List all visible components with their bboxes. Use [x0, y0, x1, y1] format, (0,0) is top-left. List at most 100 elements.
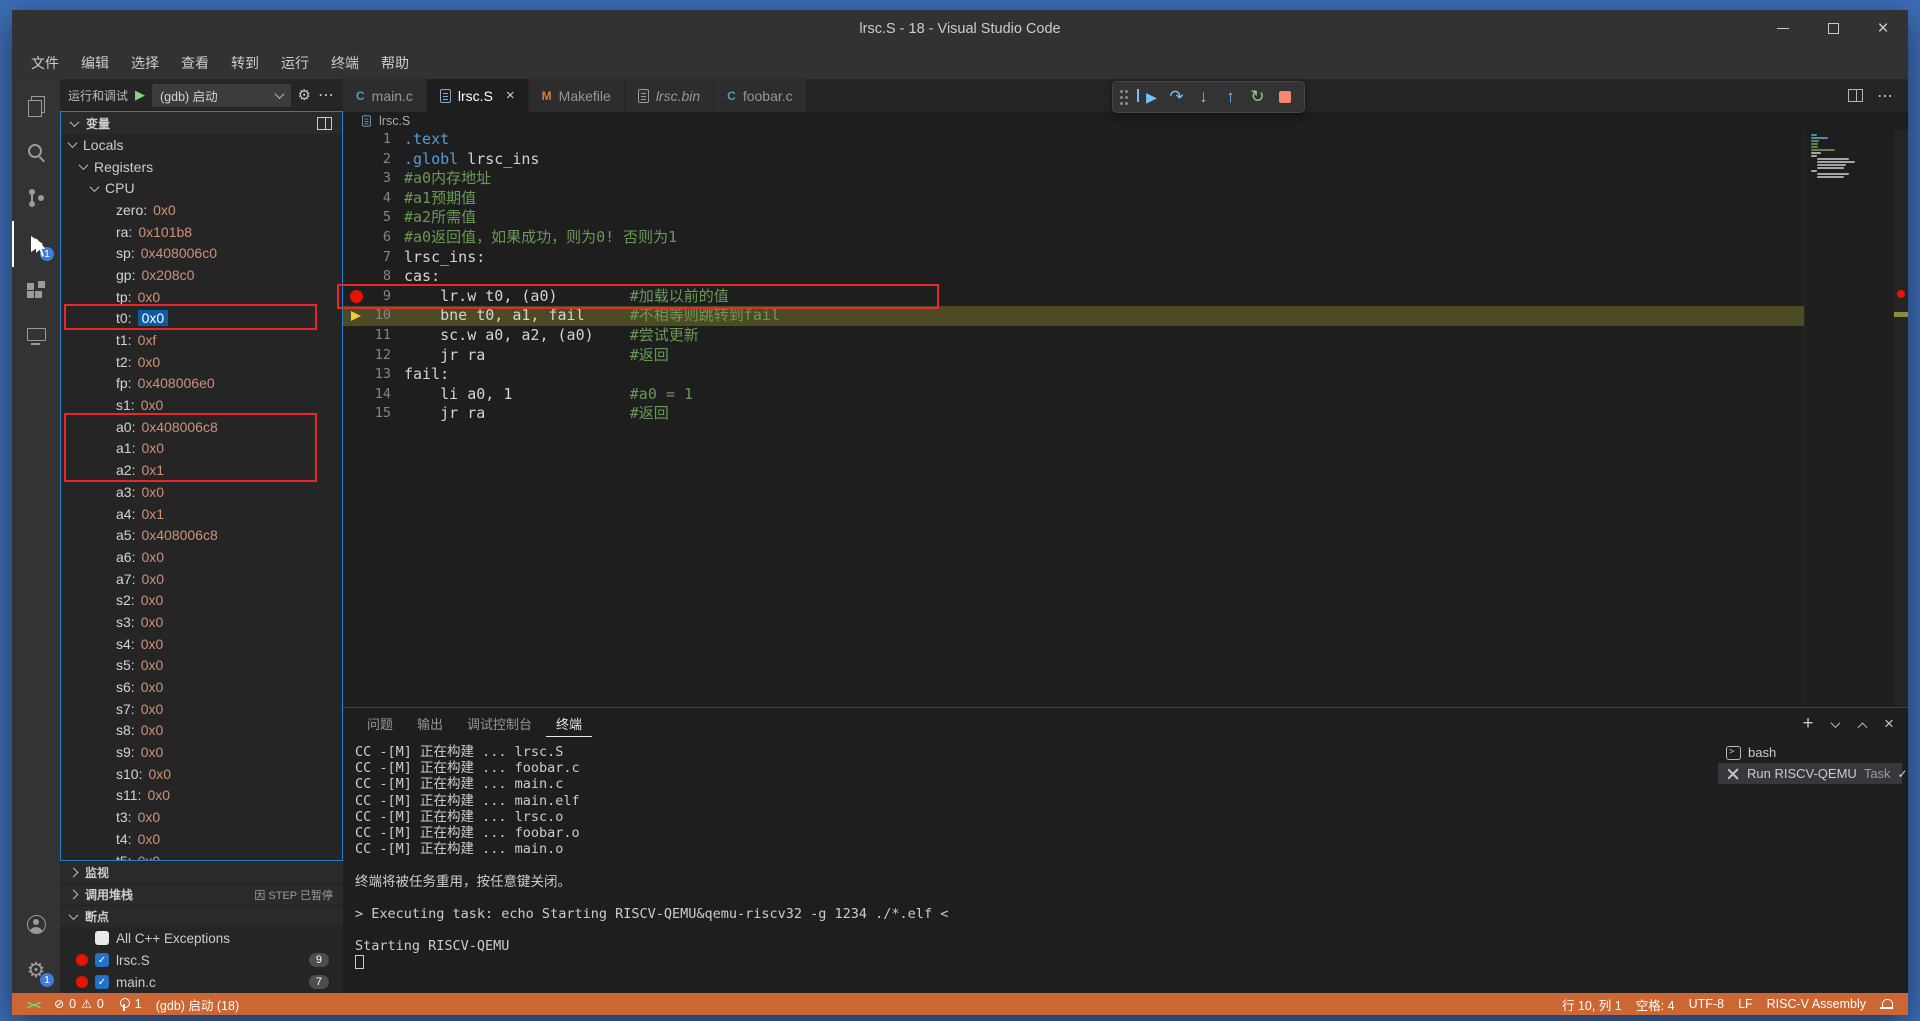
- cursor-position[interactable]: 行 10, 列 1: [1555, 993, 1629, 1015]
- checkbox[interactable]: ✓: [95, 953, 109, 967]
- panel-tab-问题[interactable]: 问题: [357, 709, 403, 737]
- panel-tab-终端[interactable]: 终端: [546, 709, 592, 737]
- register-s8[interactable]: s8:0x0: [61, 720, 342, 742]
- register-s4[interactable]: s4:0x0: [61, 633, 342, 655]
- minimap[interactable]: [1804, 130, 1894, 707]
- menu-item-2[interactable]: 选择: [120, 49, 170, 77]
- register-s6[interactable]: s6:0x0: [61, 676, 342, 698]
- register-t5[interactable]: t5:0x0: [61, 850, 342, 860]
- code-line-5[interactable]: 5#a2所需值: [343, 208, 1804, 228]
- menu-item-3[interactable]: 查看: [170, 49, 220, 77]
- code-line-11[interactable]: 11 sc.w a0, a2, (a0) #尝试更新: [343, 326, 1804, 346]
- terminal-list-item-Run RISCV-QEMU[interactable]: Run RISCV-QEMUTask✓: [1718, 763, 1902, 784]
- breadcrumb[interactable]: lrsc.S: [343, 112, 1908, 130]
- panel-tab-输出[interactable]: 输出: [407, 709, 453, 737]
- terminal-dropdown-icon[interactable]: [1828, 721, 1842, 728]
- register-a7[interactable]: a7:0x0: [61, 568, 342, 590]
- register-s10[interactable]: s10:0x0: [61, 763, 342, 785]
- tree-group-CPU[interactable]: CPU: [61, 177, 342, 199]
- variables-section-header[interactable]: 变量: [61, 112, 342, 134]
- breakpoint-main.c[interactable]: ✓main.c7: [60, 971, 343, 993]
- tab-main.c[interactable]: Cmain.c: [343, 79, 427, 112]
- tab-Makefile[interactable]: MMakefile: [529, 79, 625, 112]
- checkbox[interactable]: [95, 931, 109, 945]
- register-s5[interactable]: s5:0x0: [61, 655, 342, 677]
- editor-more-actions-icon[interactable]: ⋯: [1877, 86, 1894, 106]
- activitybar-source-control[interactable]: [12, 175, 60, 221]
- debug-session-indicator[interactable]: (gdb) 启动 (18): [149, 993, 246, 1015]
- stop-button[interactable]: [1272, 85, 1297, 110]
- menu-item-4[interactable]: 转到: [220, 49, 270, 77]
- register-a0[interactable]: a0:0x408006c8: [61, 416, 342, 438]
- register-a1[interactable]: a1:0x0: [61, 438, 342, 460]
- breadcrumb-item[interactable]: lrsc.S: [379, 114, 410, 128]
- gutter-breakpoint[interactable]: [343, 287, 369, 307]
- register-s11[interactable]: s11:0x0: [61, 785, 342, 807]
- tab-foobar.c[interactable]: Cfoobar.c: [714, 79, 807, 112]
- menu-item-7[interactable]: 帮助: [370, 49, 420, 77]
- code-line-12[interactable]: 12 jr ra #返回: [343, 346, 1804, 366]
- register-s1[interactable]: s1:0x0: [61, 394, 342, 416]
- code-editor[interactable]: 1.text2.globl lrsc_ins3#a0内存地址4#a1预期值5#a…: [343, 130, 1908, 707]
- toolbar-grip-icon[interactable]: [1120, 89, 1129, 105]
- notifications[interactable]: [1873, 993, 1900, 1015]
- breakpoint-All C++ Exceptions[interactable]: All C++ Exceptions: [60, 927, 343, 949]
- code-line-13[interactable]: 13fail:: [343, 365, 1804, 385]
- menu-item-1[interactable]: 编辑: [70, 49, 120, 77]
- register-zero[interactable]: zero:0x0: [61, 199, 342, 221]
- code-line-10[interactable]: 10 bne t0, a1, fail #不相等则跳转到fail: [343, 306, 1804, 326]
- activitybar-search[interactable]: [12, 129, 60, 175]
- activitybar-remote[interactable]: [12, 313, 60, 359]
- register-tp[interactable]: tp:0x0: [61, 286, 342, 308]
- open-view-icon[interactable]: [317, 117, 332, 130]
- close-panel-icon[interactable]: ×: [1882, 714, 1896, 734]
- step-over-button[interactable]: ↷: [1164, 85, 1189, 110]
- terminal-content[interactable]: CC -[M] 正在构建 ... lrsc.SCC -[M] 正在构建 ... …: [343, 738, 1718, 993]
- register-a2[interactable]: a2:0x1: [61, 459, 342, 481]
- register-a5[interactable]: a5:0x408006c8: [61, 524, 342, 546]
- code-line-3[interactable]: 3#a0内存地址: [343, 169, 1804, 189]
- encoding[interactable]: UTF-8: [1682, 993, 1731, 1015]
- register-s7[interactable]: s7:0x0: [61, 698, 342, 720]
- menu-item-5[interactable]: 运行: [270, 49, 320, 77]
- gutter-current[interactable]: [343, 306, 369, 326]
- ports-indicator[interactable]: 1: [111, 993, 149, 1015]
- continue-button[interactable]: ▶: [1137, 85, 1162, 110]
- code-line-6[interactable]: 6#a0返回值，如果成功，则为0! 否则为1: [343, 228, 1804, 248]
- register-t0[interactable]: t0:0x0: [61, 308, 342, 330]
- new-terminal-icon[interactable]: +: [1801, 713, 1815, 735]
- close-button[interactable]: ×: [1858, 10, 1908, 47]
- code-line-9[interactable]: 9 lr.w t0, (a0) #加载以前的值: [343, 287, 1804, 307]
- register-sp[interactable]: sp:0x408006c0: [61, 242, 342, 264]
- activitybar-extensions[interactable]: [12, 267, 60, 313]
- title-bar[interactable]: lrsc.S - 18 - Visual Studio Code ×: [12, 10, 1908, 47]
- callstack-section-header[interactable]: 调用堆栈 因 STEP 已暂停: [60, 883, 343, 905]
- menu-item-6[interactable]: 终端: [320, 49, 370, 77]
- register-gp[interactable]: gp:0x208c0: [61, 264, 342, 286]
- code-line-2[interactable]: 2.globl lrsc_ins: [343, 150, 1804, 170]
- code-line-7[interactable]: 7lrsc_ins:: [343, 248, 1804, 268]
- editor-scrollbar[interactable]: [1894, 130, 1908, 707]
- code-line-8[interactable]: 8cas:: [343, 267, 1804, 287]
- register-t4[interactable]: t4:0x0: [61, 828, 342, 850]
- code-line-14[interactable]: 14 li a0, 1 #a0 = 1: [343, 385, 1804, 405]
- eol[interactable]: LF: [1731, 993, 1760, 1015]
- launch-settings-gear-icon[interactable]: ⚙: [298, 86, 311, 104]
- indentation[interactable]: 空格: 4: [1629, 993, 1682, 1015]
- panel-tab-调试控制台[interactable]: 调试控制台: [457, 709, 542, 737]
- code-line-4[interactable]: 4#a1预期值: [343, 189, 1804, 209]
- breakpoint-lrsc.S[interactable]: ✓lrsc.S9: [60, 949, 343, 971]
- debug-more-actions-icon[interactable]: ⋯: [318, 85, 335, 105]
- activitybar-explorer[interactable]: [12, 83, 60, 129]
- problems-indicator[interactable]: ⊘0 ⚠0: [47, 993, 111, 1015]
- activitybar-settings[interactable]: ⚙ 1: [12, 947, 60, 993]
- watch-section-header[interactable]: 监视: [60, 861, 343, 883]
- menu-item-0[interactable]: 文件: [20, 49, 70, 77]
- breakpoints-section-header[interactable]: 断点: [60, 905, 343, 927]
- register-a4[interactable]: a4:0x1: [61, 503, 342, 525]
- register-ra[interactable]: ra:0x101b8: [61, 221, 342, 243]
- code-line-15[interactable]: 15 jr ra #返回: [343, 404, 1804, 424]
- register-s9[interactable]: s9:0x0: [61, 741, 342, 763]
- step-out-button[interactable]: ↑: [1218, 85, 1243, 110]
- maximize-panel-icon[interactable]: [1855, 721, 1869, 728]
